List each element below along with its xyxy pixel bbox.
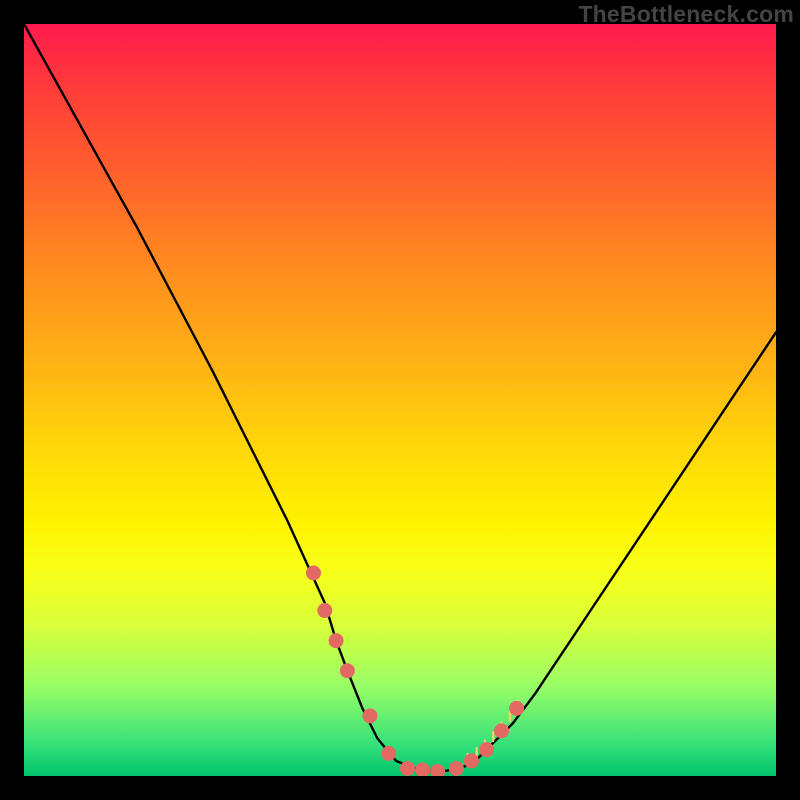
highlight-dot [464, 753, 479, 768]
highlight-dot [306, 565, 321, 580]
watermark-text: TheBottleneck.com [578, 1, 794, 28]
bottleneck-curve [24, 24, 776, 772]
highlight-dot [430, 764, 445, 776]
highlight-dot [494, 723, 509, 738]
highlight-dot [509, 701, 524, 716]
highlight-dot [415, 762, 430, 776]
highlight-dot [329, 633, 344, 648]
highlight-dot [362, 708, 377, 723]
highlight-dot [400, 761, 415, 776]
chart-frame [24, 24, 776, 776]
highlight-dot [449, 761, 464, 776]
highlight-dot [340, 663, 355, 678]
highlight-dot [479, 742, 494, 757]
chart-svg [24, 24, 776, 776]
highlight-dot [317, 603, 332, 618]
highlight-dot [381, 746, 396, 761]
